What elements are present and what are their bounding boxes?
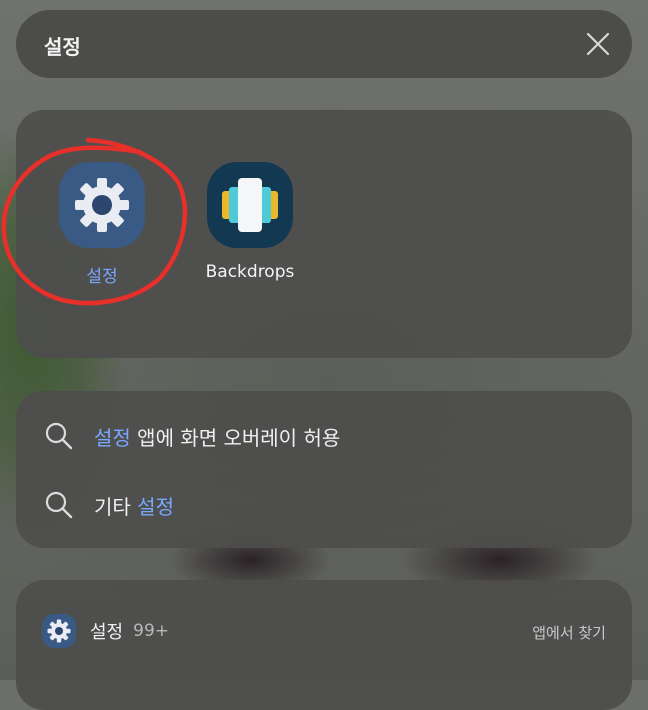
suggestion-highlight: 설정: [137, 494, 174, 519]
gear-icon: [59, 162, 145, 248]
suggestion-text: 기타: [94, 494, 138, 519]
app-backdrops[interactable]: Backdrops: [190, 162, 310, 282]
search-bar[interactable]: 설정: [16, 10, 632, 78]
close-icon[interactable]: [584, 30, 612, 58]
app-settings[interactable]: 설정: [42, 162, 162, 287]
app-settings-label: 설정: [86, 267, 118, 287]
suggestion-other-settings[interactable]: 기타 설정: [44, 485, 174, 525]
suggestion-highlight: 설정: [94, 425, 131, 450]
results-count: 99+: [133, 621, 170, 641]
gear-icon: [42, 614, 76, 648]
suggestions-card: 설정 앱에 화면 오버레이 허용 기타 설정: [16, 391, 632, 548]
results-app-name: 설정: [90, 622, 124, 643]
in-app-results-card: 설정 99+ 앱에서 찾기: [16, 580, 632, 710]
results-header[interactable]: 설정 99+: [42, 614, 169, 648]
apps-results-card: 설정 Backdrops: [16, 110, 632, 358]
suggestion-overlay-permission[interactable]: 설정 앱에 화면 오버레이 허용: [44, 416, 340, 456]
search-in-app-link[interactable]: 앱에서 찾기: [532, 622, 606, 643]
search-icon: [45, 491, 73, 519]
search-icon: [45, 422, 73, 450]
app-backdrops-label: Backdrops: [205, 262, 295, 282]
backdrops-icon: [207, 162, 293, 248]
suggestion-text: 앱에 화면 오버레이 허용: [130, 425, 341, 450]
search-input[interactable]: 설정: [44, 31, 81, 60]
